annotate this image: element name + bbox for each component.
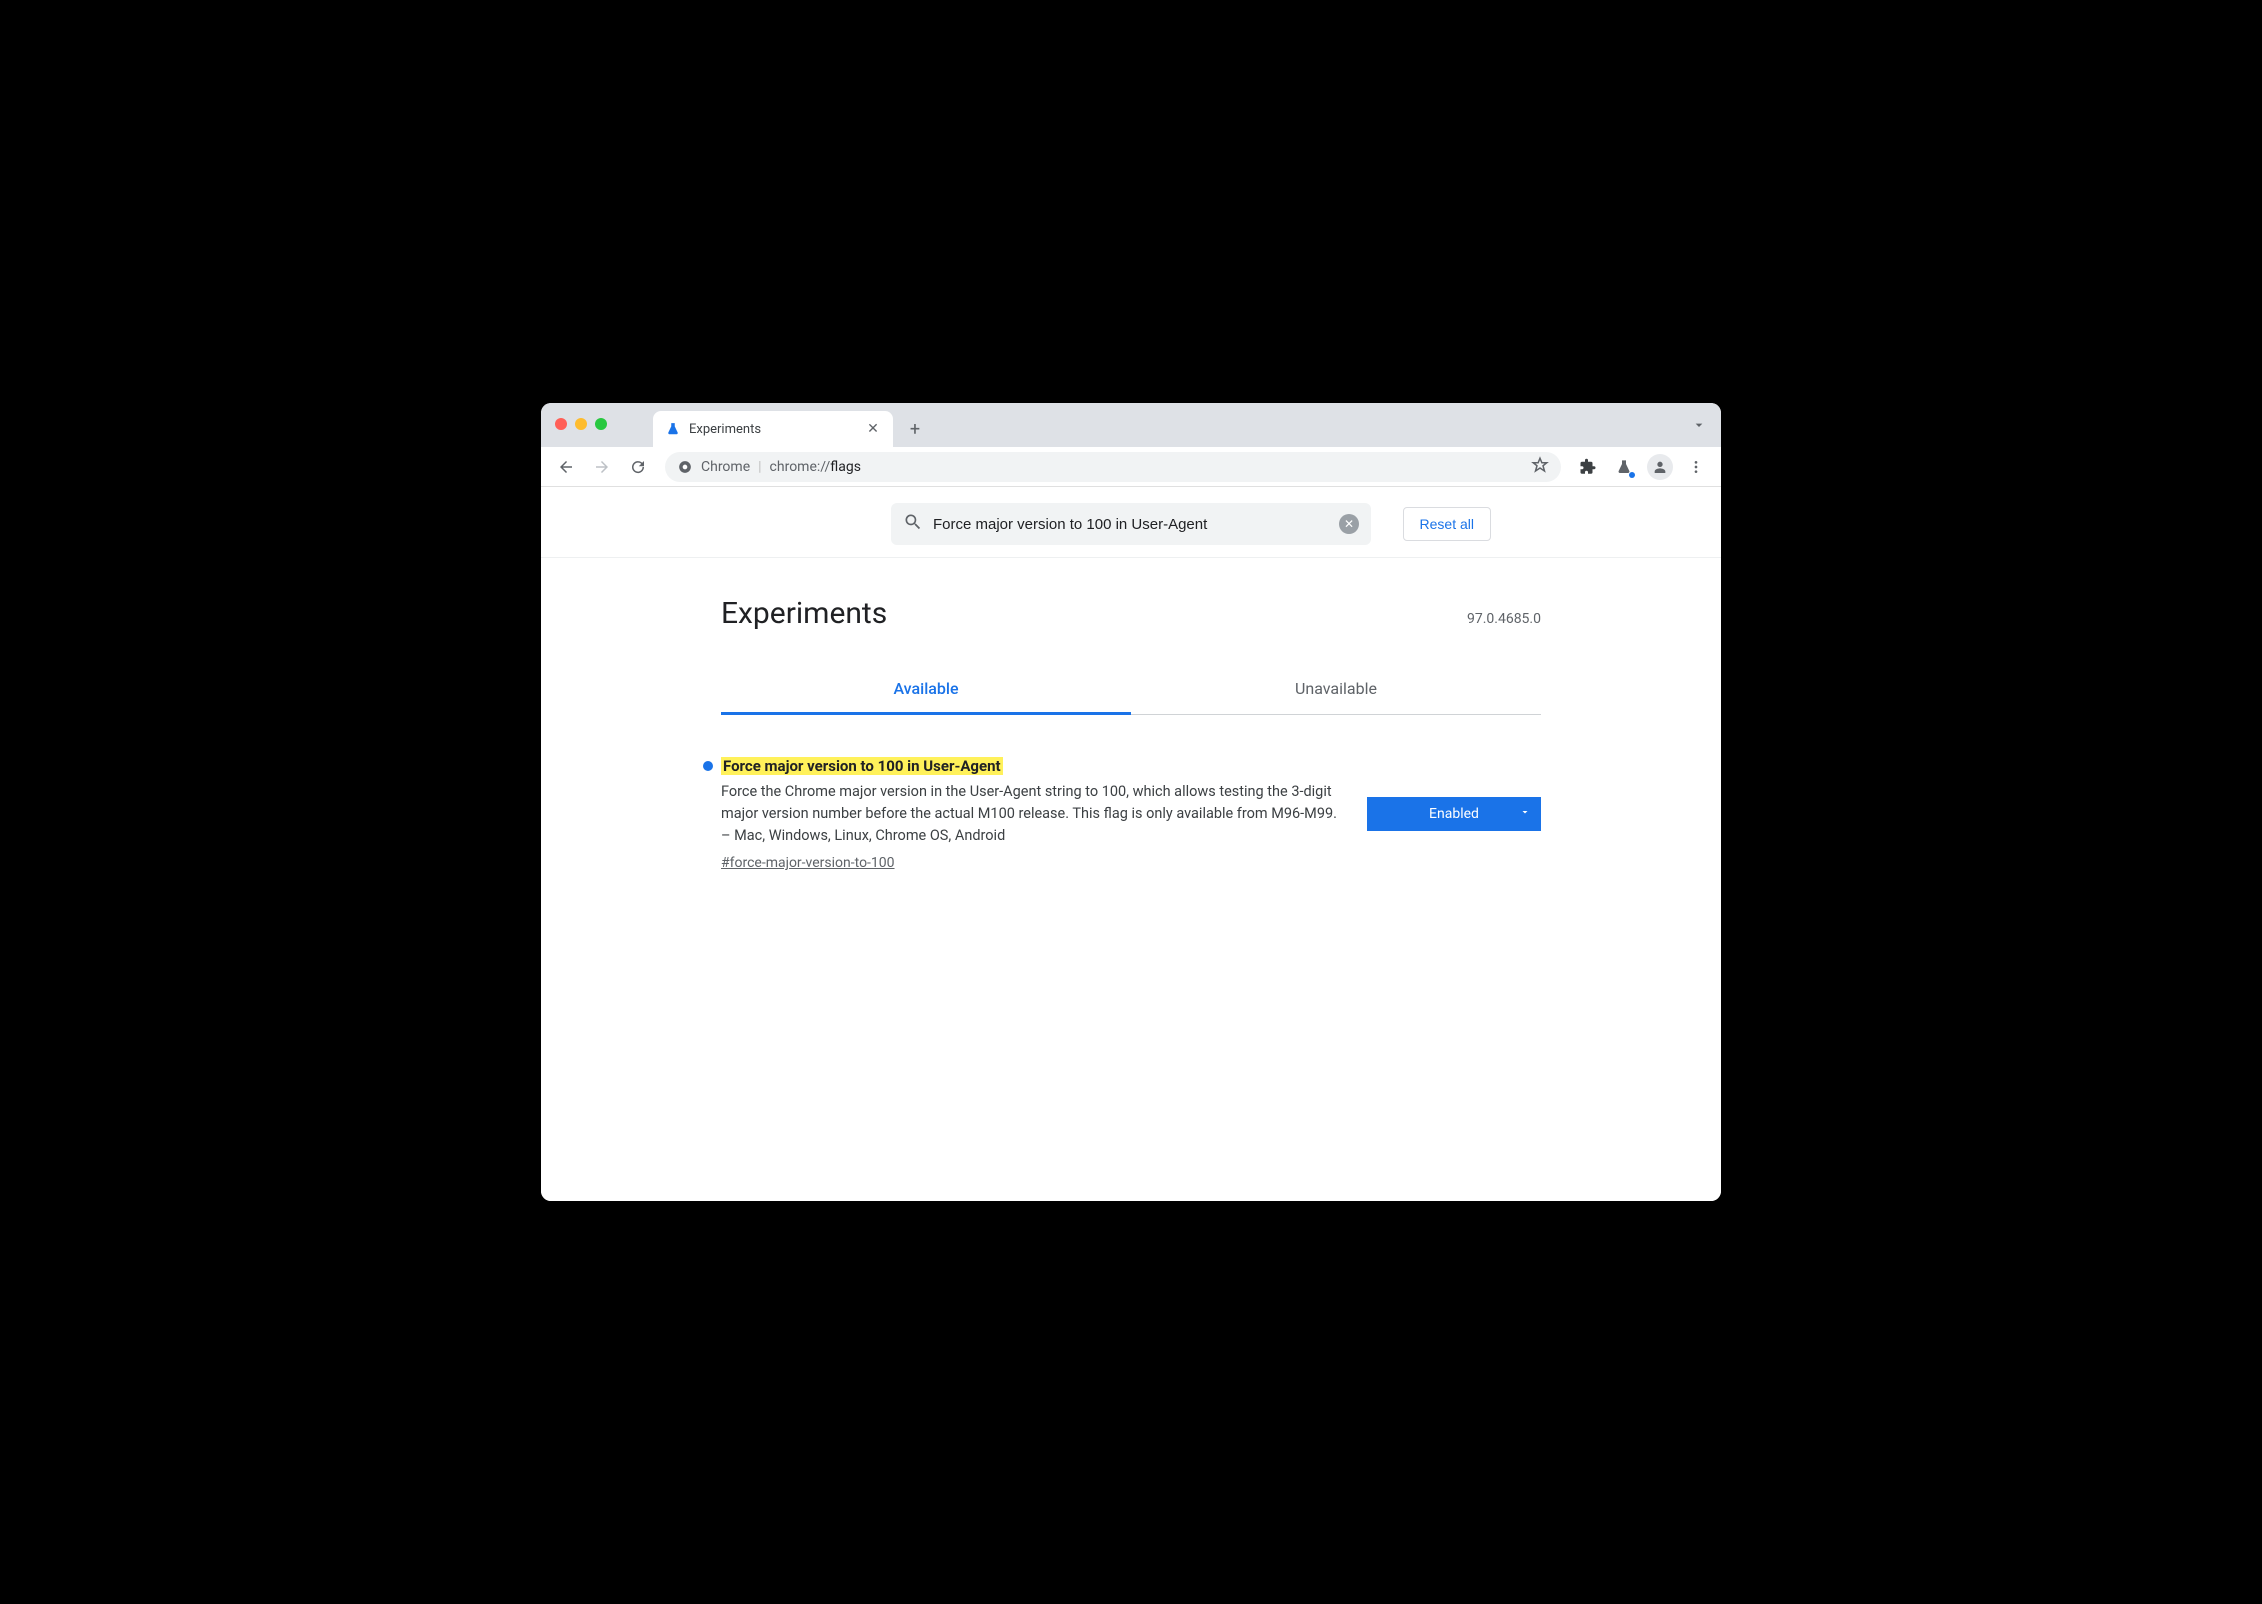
flag-description: Force the Chrome major version in the Us… xyxy=(721,781,1343,846)
maximize-window-button[interactable] xyxy=(595,418,607,430)
tab-title: Experiments xyxy=(689,422,761,437)
back-button[interactable] xyxy=(551,452,581,482)
reload-button[interactable] xyxy=(623,452,653,482)
close-tab-button[interactable]: ✕ xyxy=(865,421,881,437)
search-icon xyxy=(903,512,923,536)
bookmark-button[interactable] xyxy=(1531,456,1549,478)
new-tab-button[interactable]: + xyxy=(901,415,929,443)
tabs: Available Unavailable xyxy=(721,665,1541,715)
flag-title-row: Force major version to 100 in User-Agent xyxy=(721,757,1343,775)
flag-row: Force major version to 100 in User-Agent… xyxy=(721,757,1541,871)
toolbar: Chrome | chrome://flags xyxy=(541,447,1721,487)
flag-state-label: Enabled xyxy=(1429,806,1479,822)
flag-state-select[interactable]: Enabled xyxy=(1367,797,1541,831)
page-title: Experiments xyxy=(721,596,887,631)
flask-icon xyxy=(665,421,681,437)
minimize-window-button[interactable] xyxy=(575,418,587,430)
search-box[interactable]: ✕ xyxy=(891,503,1371,545)
window-controls xyxy=(555,418,607,430)
browser-tab[interactable]: Experiments ✕ xyxy=(653,411,893,447)
flag-anchor-link[interactable]: #force-major-version-to-100 xyxy=(721,855,895,871)
tab-available[interactable]: Available xyxy=(721,665,1131,715)
title-row: Experiments 97.0.4685.0 xyxy=(721,578,1541,641)
labs-button[interactable] xyxy=(1609,452,1639,482)
clear-search-button[interactable]: ✕ xyxy=(1339,514,1359,534)
address-bar[interactable]: Chrome | chrome://flags xyxy=(665,452,1561,482)
reset-all-button[interactable]: Reset all xyxy=(1403,507,1491,541)
forward-button[interactable] xyxy=(587,452,617,482)
flag-title: Force major version to 100 in User-Agent xyxy=(721,757,1003,775)
search-input[interactable] xyxy=(933,516,1329,533)
extensions-button[interactable] xyxy=(1573,452,1603,482)
menu-button[interactable] xyxy=(1681,452,1711,482)
profile-button[interactable] xyxy=(1645,452,1675,482)
tab-unavailable[interactable]: Unavailable xyxy=(1131,665,1541,715)
address-label: Chrome xyxy=(701,459,750,475)
version-label: 97.0.4685.0 xyxy=(1467,611,1541,627)
url-text: chrome://flags xyxy=(770,459,861,475)
tabs-overflow-button[interactable] xyxy=(1691,417,1707,437)
address-separator: | xyxy=(758,459,761,475)
chevron-down-icon xyxy=(1519,806,1531,822)
flag-body: Force major version to 100 in User-Agent… xyxy=(721,757,1343,871)
main: Experiments 97.0.4685.0 Available Unavai… xyxy=(721,558,1541,911)
header-row: ✕ Reset all xyxy=(541,487,1721,558)
modified-dot-icon xyxy=(703,761,713,771)
titlebar: Experiments ✕ + xyxy=(541,403,1721,447)
avatar-icon xyxy=(1647,454,1673,480)
close-window-button[interactable] xyxy=(555,418,567,430)
page-content: ✕ Reset all Experiments 97.0.4685.0 Avai… xyxy=(541,487,1721,1201)
browser-window: Experiments ✕ + Chrome | chrome://flags xyxy=(541,403,1721,1201)
chrome-icon xyxy=(677,459,693,475)
